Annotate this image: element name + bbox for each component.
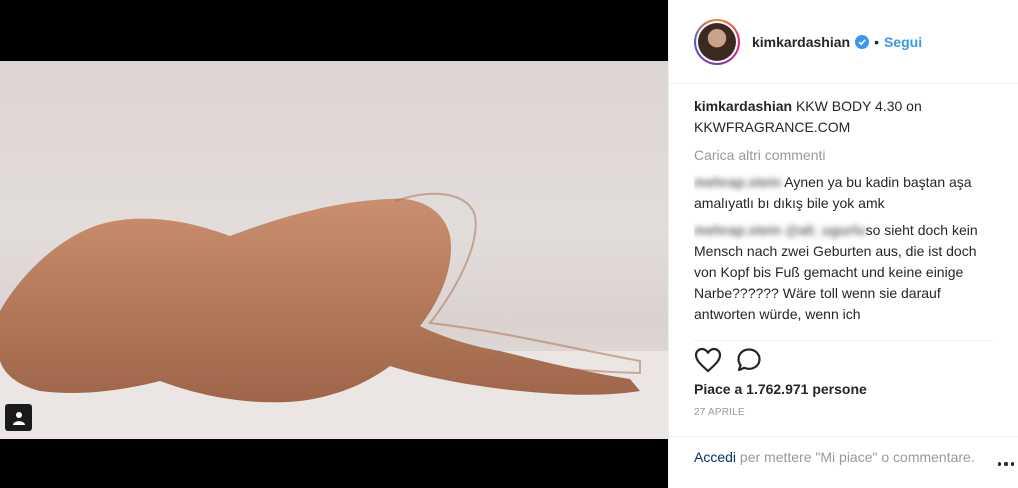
separator-dot: • [874,33,879,50]
login-prompt: Accedi per mettere "Mi piace" o commenta… [669,436,1018,488]
post-actions: Piace a 1.762.971 persone 27 aprile [694,340,993,418]
heart-icon[interactable] [694,347,722,373]
follow-button[interactable]: Segui [884,34,922,50]
login-prompt-text: per mettere "Mi piace" o commentare. [736,449,975,465]
verified-badge-icon [855,34,870,49]
likes-count[interactable]: Piace a 1.762.971 persone [694,381,993,397]
photo-illustration [0,192,668,439]
instagram-post-viewer: kimkardashian • Segui kimkardashian KKW … [0,0,1018,488]
comment-username[interactable]: mehrap.stein @ali_ugurlu [694,222,866,238]
comment-bubble-icon[interactable] [736,347,762,373]
post-header: kimkardashian • Segui [669,0,1018,84]
figure-silhouette [0,198,640,403]
load-more-comments-button[interactable]: Carica altri commenti [694,145,994,166]
post-date[interactable]: 27 aprile [694,407,993,418]
post-photo[interactable] [0,61,668,439]
login-link[interactable]: Accedi [694,449,736,465]
caption: kimkardashian KKW BODY 4.30 on KKWFRAGRA… [694,96,994,138]
caption-username[interactable]: kimkardashian [694,98,792,114]
comment-username[interactable]: mehrap.stein [694,174,781,190]
action-icons [694,343,993,377]
avatar-image [698,22,736,61]
media-pane [0,0,668,488]
more-options-icon[interactable] [998,462,1014,468]
list-item: mehrap.stein Aynen ya bu kadin baştan aş… [694,172,994,214]
list-item: mehrap.stein @ali_ugurluso sieht doch ke… [694,220,994,325]
header-username[interactable]: kimkardashian [752,34,850,50]
user-tag-icon[interactable] [5,404,32,431]
post-side-panel: kimkardashian • Segui kimkardashian KKW … [668,0,1018,488]
comments-list: kimkardashian KKW BODY 4.30 on KKWFRAGRA… [694,96,994,326]
avatar[interactable] [694,18,740,65]
